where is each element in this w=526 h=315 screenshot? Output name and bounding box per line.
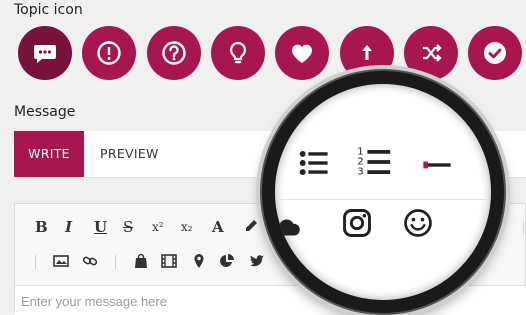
link-button[interactable]: [82, 253, 98, 269]
font-color-button[interactable]: A: [212, 218, 224, 236]
twitter-icon: [250, 255, 264, 267]
topic-question-button[interactable]: [147, 26, 201, 80]
italic-button[interactable]: I: [65, 218, 72, 236]
topic-heart-button[interactable]: [275, 26, 329, 80]
image-button[interactable]: [53, 253, 69, 269]
magnified-toolbar: 1 2 3: [275, 84, 491, 300]
topic-exclamation-button[interactable]: [82, 26, 136, 80]
magnifier-lens: 1 2 3: [262, 71, 504, 313]
toolbar-divider: [35, 255, 36, 269]
map-pin-icon: [194, 254, 204, 268]
question-icon: [162, 41, 186, 65]
shopping-bag-icon: [135, 253, 147, 268]
arrow-up-icon: [362, 45, 372, 60]
svg-text:3: 3: [357, 167, 363, 178]
toolbar-divider: [523, 221, 524, 235]
topic-chat-button[interactable]: [18, 26, 72, 80]
tab-preview[interactable]: PREVIEW: [100, 131, 159, 177]
instagram-icon[interactable]: [340, 206, 374, 240]
topic-icon-label: Topic icon: [14, 2, 83, 18]
topic-checkmark-button[interactable]: [468, 26, 522, 80]
shopping-bag-button[interactable]: [133, 253, 149, 269]
pie-chart-button[interactable]: [219, 253, 235, 269]
image-icon: [53, 255, 69, 267]
map-pin-button[interactable]: [191, 253, 207, 269]
eyedropper-icon: [246, 220, 257, 231]
twitter-button[interactable]: [249, 253, 265, 269]
subscript-button[interactable]: x₂: [181, 220, 193, 234]
topic-lightbulb-button[interactable]: [211, 26, 265, 80]
bullet-list-icon[interactable]: [297, 146, 331, 180]
cloud-icon[interactable]: [271, 212, 303, 244]
tab-write[interactable]: WRITE: [14, 131, 84, 177]
bold-button[interactable]: B: [35, 218, 48, 236]
magnified-divider: [275, 199, 491, 200]
horizontal-rule-icon[interactable]: [420, 148, 454, 182]
emoji-icon[interactable]: [401, 206, 435, 240]
numbered-list-icon[interactable]: 1 2 3: [356, 143, 394, 181]
strikethrough-button[interactable]: S: [123, 218, 133, 236]
lightbulb-icon: [229, 41, 247, 64]
superscript-button[interactable]: x²: [152, 220, 164, 234]
shuffle-icon: [423, 44, 442, 62]
exclamation-icon: [97, 41, 121, 65]
pie-chart-icon: [220, 254, 234, 267]
film-icon: [161, 254, 177, 268]
message-label: Message: [14, 104, 76, 120]
checkmark-icon: [484, 42, 506, 64]
eyedropper-button[interactable]: [243, 218, 259, 234]
underline-button[interactable]: U: [94, 218, 107, 236]
link-icon: [82, 256, 98, 266]
heart-icon: [291, 44, 313, 63]
film-button[interactable]: [161, 253, 177, 269]
chat-icon: [34, 45, 56, 63]
topic-shuffle-button[interactable]: [404, 26, 458, 80]
toolbar-divider: [115, 255, 116, 269]
message-placeholder: Enter your message here: [21, 294, 167, 309]
